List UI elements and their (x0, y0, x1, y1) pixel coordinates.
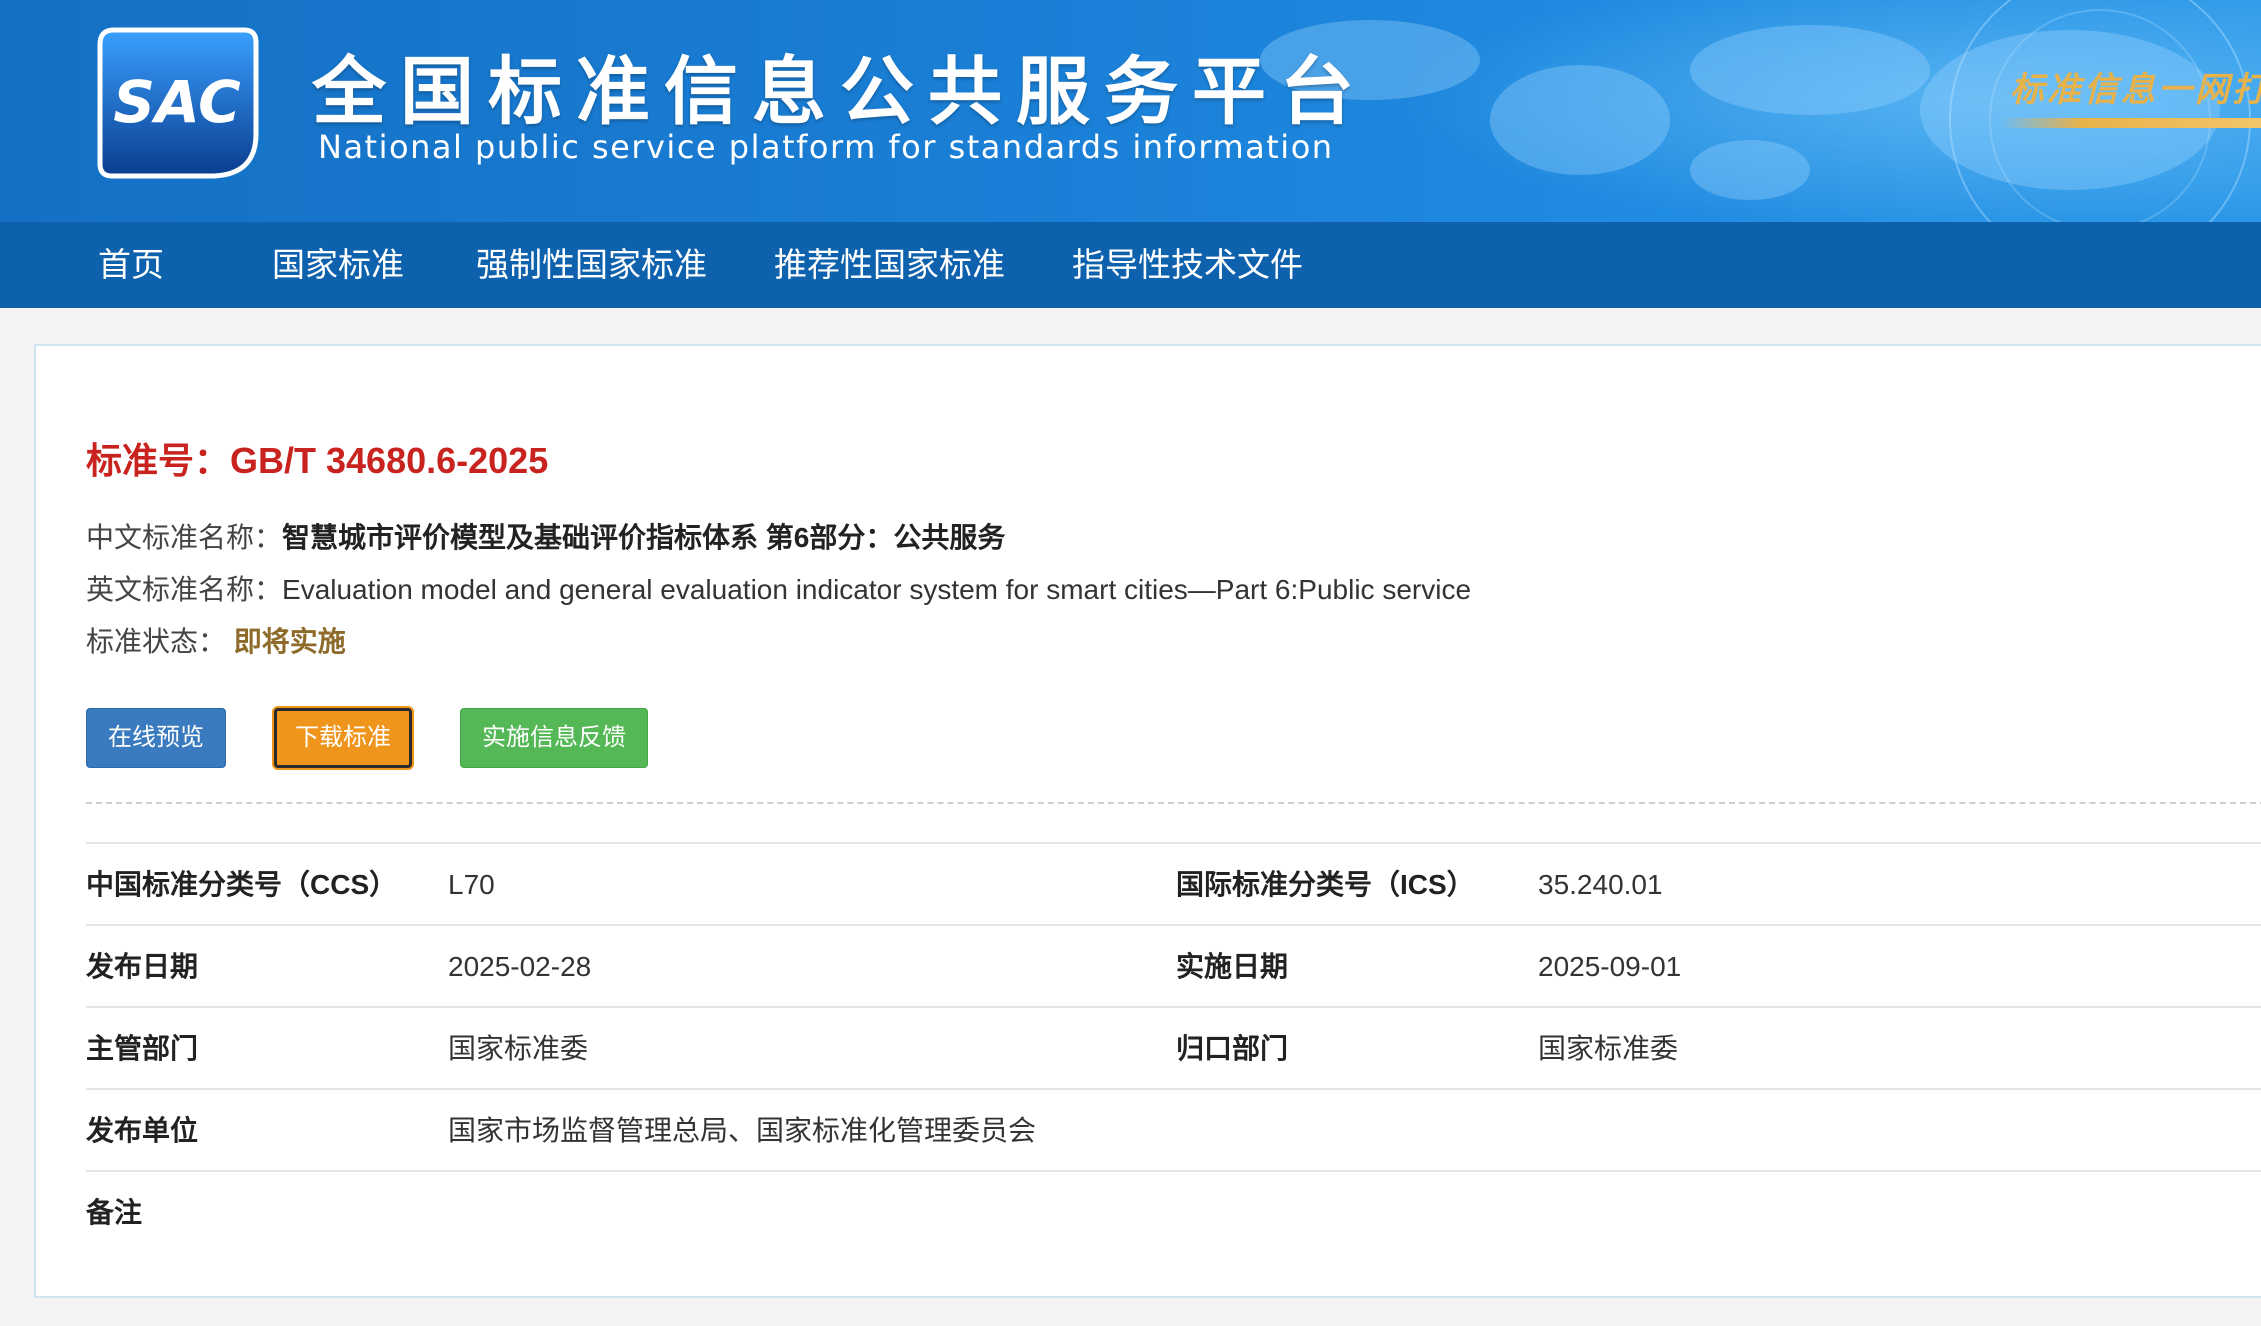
nav-national-standards[interactable]: 国家标准 (272, 222, 404, 308)
remark-label: 备注 (86, 1197, 143, 1228)
cn-name-row: 中文标准名称：智慧城市评价模型及基础评价指标体系 第6部分：公共服务 (86, 516, 1005, 556)
dashed-divider (86, 802, 2261, 804)
publish-date-value: 2025-02-28 (448, 951, 592, 982)
table-row: 发布日期 2025-02-28 实施日期 2025-09-01 (86, 924, 2261, 1006)
technical-committee-label: 归口部门 (1176, 1033, 1289, 1064)
sac-logo[interactable]: SAC (94, 24, 260, 182)
site-title: 全国标准信息公共服务平台 (312, 49, 1368, 135)
site-header: SAC 全国标准信息公共服务平台 National public service… (0, 0, 2261, 222)
download-standard-button[interactable]: 下载标准 (274, 708, 412, 768)
standard-number: GB/T 34680.6-2025 (230, 440, 549, 481)
en-name-value: Evaluation model and general evaluation … (282, 574, 1472, 605)
publisher-label: 发布单位 (86, 1115, 199, 1146)
nav-mandatory-standards[interactable]: 强制性国家标准 (476, 222, 707, 308)
site-subtitle: National public service platform for sta… (318, 128, 1334, 166)
implementation-date-value: 2025-09-01 (1538, 951, 1682, 982)
ccs-value: L70 (448, 869, 495, 900)
implementation-date-label: 实施日期 (1176, 951, 1289, 982)
ccs-label: 中国标准分类号（CCS） (86, 869, 398, 900)
logo-text: SAC (113, 68, 240, 136)
department-label: 主管部门 (86, 1033, 199, 1064)
technical-committee-value: 国家标准委 (1538, 1033, 1679, 1064)
ics-label: 国际标准分类号（ICS） (1176, 869, 1475, 900)
cn-name-value: 智慧城市评价模型及基础评价指标体系 第6部分：公共服务 (282, 522, 1006, 553)
status-badge: 即将实施 (233, 626, 346, 657)
table-row: 备注 (86, 1170, 2261, 1252)
cn-name-label: 中文标准名称： (86, 522, 283, 553)
table-row: 中国标准分类号（CCS） L70 国际标准分类号（ICS） 35.240.01 (86, 842, 2261, 924)
nav-guidance-documents[interactable]: 指导性技术文件 (1072, 222, 1303, 308)
standard-number-heading: 标准号：GB/T 34680.6-2025 (86, 432, 548, 484)
slogan-brush-stroke (2000, 118, 2261, 128)
status-row: 标准状态： 即将实施 (86, 620, 346, 660)
en-name-label: 英文标准名称： (86, 574, 283, 605)
table-row: 发布单位 国家市场监督管理总局、国家标准化管理委员会 (86, 1088, 2261, 1170)
standard-info-table: 中国标准分类号（CCS） L70 国际标准分类号（ICS） 35.240.01 … (86, 842, 2261, 1252)
implementation-feedback-button[interactable]: 实施信息反馈 (460, 708, 648, 768)
nav-recommended-standards[interactable]: 推荐性国家标准 (774, 222, 1005, 308)
publish-date-label: 发布日期 (86, 951, 199, 982)
department-value: 国家标准委 (448, 1033, 589, 1064)
ics-value: 35.240.01 (1538, 869, 1663, 900)
table-row: 主管部门 国家标准委 归口部门 国家标准委 (86, 1006, 2261, 1088)
online-preview-button[interactable]: 在线预览 (86, 708, 226, 768)
main-nav: 首页 国家标准 强制性国家标准 推荐性国家标准 指导性技术文件 (0, 222, 2261, 308)
site-slogan: 标准信息一网打尽 (2010, 70, 2261, 110)
status-label: 标准状态： (86, 626, 227, 657)
standard-number-label: 标准号： (86, 440, 231, 481)
publisher-value: 国家市场监督管理总局、国家标准化管理委员会 (448, 1115, 1037, 1146)
nav-home[interactable]: 首页 (98, 222, 164, 308)
world-map-background (1250, 0, 2261, 222)
standard-detail-panel: 标准号：GB/T 34680.6-2025 中文标准名称：智慧城市评价模型及基础… (34, 344, 2261, 1298)
en-name-row: 英文标准名称：Evaluation model and general eval… (86, 568, 1471, 608)
